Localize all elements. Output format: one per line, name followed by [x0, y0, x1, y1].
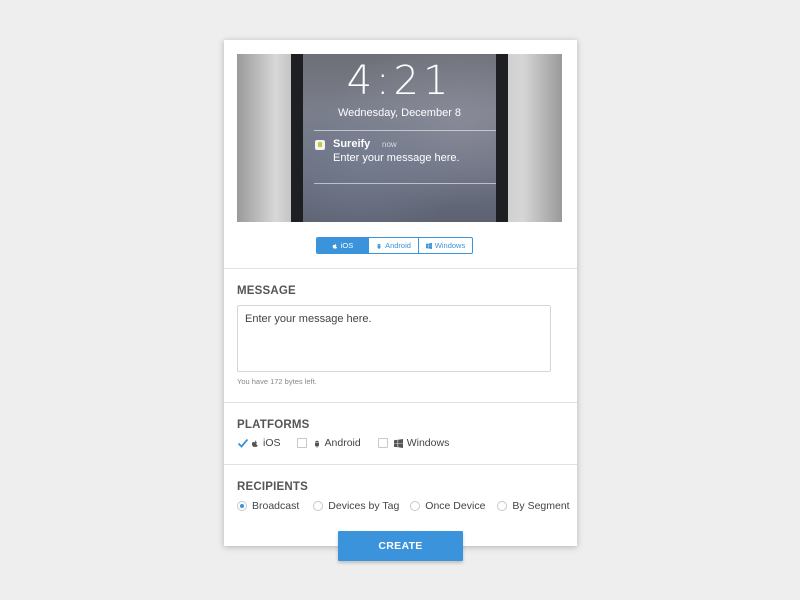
windows-checkbox[interactable]: [377, 438, 388, 448]
tab-android[interactable]: Android: [368, 238, 418, 253]
message-section-title: MESSAGE: [237, 285, 296, 297]
by-segment-radio[interactable]: [497, 501, 508, 511]
phone-frame-right: [496, 54, 508, 222]
tab-windows[interactable]: Windows: [418, 238, 472, 253]
notification-message: Enter your message here.: [333, 152, 460, 164]
app-logo-icon: [315, 140, 325, 150]
recipient-option-devices-by-tag[interactable]: Devices by Tag: [313, 500, 399, 512]
devices-by-tag-radio[interactable]: [313, 501, 324, 511]
section-divider: [224, 402, 577, 403]
notification-time: now: [382, 140, 397, 149]
checkmark-icon: [237, 438, 249, 448]
recipients-section-title: RECIPIENTS: [237, 481, 309, 493]
android-icon: [377, 243, 381, 249]
lockscreen-date: Wednesday, December 8: [337, 107, 462, 119]
platform-option-android[interactable]: Android: [296, 437, 361, 449]
ios-checkbox[interactable]: [237, 438, 249, 448]
windows-icon: [393, 438, 403, 448]
notification-bottom-divider: [314, 183, 496, 184]
tab-android-label: Android: [385, 241, 411, 250]
once-device-label: Once Device: [425, 500, 486, 512]
phone-screen: 4:21 Wednesday, December 8 Sureify now E…: [303, 54, 496, 222]
lockscreen-preview: 4:21 Wednesday, December 8 Sureify now E…: [237, 54, 562, 222]
recipients-options: Broadcast Devices by Tag Once Device By …: [237, 500, 570, 512]
tab-ios-label: iOS: [340, 241, 354, 250]
notification-top-divider: [314, 130, 496, 131]
windows-icon: [425, 242, 432, 249]
once-device-radio[interactable]: [410, 501, 421, 511]
lockscreen-clock: 4:21: [346, 58, 453, 104]
apple-icon: [251, 439, 259, 448]
section-divider: [224, 464, 577, 465]
devices-by-tag-label: Devices by Tag: [328, 500, 400, 512]
create-button[interactable]: CREATE: [338, 531, 463, 561]
broadcast-label: Broadcast: [252, 500, 300, 512]
android-option-label: Android: [324, 437, 361, 449]
platform-option-windows[interactable]: Windows: [377, 437, 450, 449]
broadcast-radio[interactable]: [237, 501, 247, 511]
platforms-section-title: PLATFORMS: [237, 419, 310, 431]
platform-option-ios[interactable]: iOS: [237, 437, 281, 449]
recipient-option-by-segment[interactable]: By Segment: [497, 500, 570, 512]
message-input[interactable]: Enter your message here.: [237, 305, 551, 372]
apple-icon: [332, 243, 337, 249]
platform-preview-switcher: iOS Android Windows: [316, 237, 473, 254]
recipient-option-broadcast[interactable]: Broadcast: [237, 500, 299, 512]
section-divider: [224, 268, 577, 269]
recipient-option-once-device[interactable]: Once Device: [410, 500, 485, 512]
create-notification-card: 4:21 Wednesday, December 8 Sureify now E…: [224, 40, 577, 546]
tab-windows-label: Windows: [434, 241, 466, 250]
platforms-options: iOS Android Windows: [237, 437, 449, 449]
tab-ios[interactable]: iOS: [317, 238, 368, 253]
bytes-left-hint: You have 172 bytes left.: [237, 377, 317, 386]
android-icon: [313, 439, 321, 448]
by-segment-label: By Segment: [512, 500, 570, 512]
phone-frame-left: [291, 54, 303, 222]
ios-option-label: iOS: [263, 437, 281, 449]
windows-option-label: Windows: [406, 437, 450, 449]
android-checkbox[interactable]: [296, 438, 307, 448]
notification-app-name: Sureify: [333, 138, 371, 150]
